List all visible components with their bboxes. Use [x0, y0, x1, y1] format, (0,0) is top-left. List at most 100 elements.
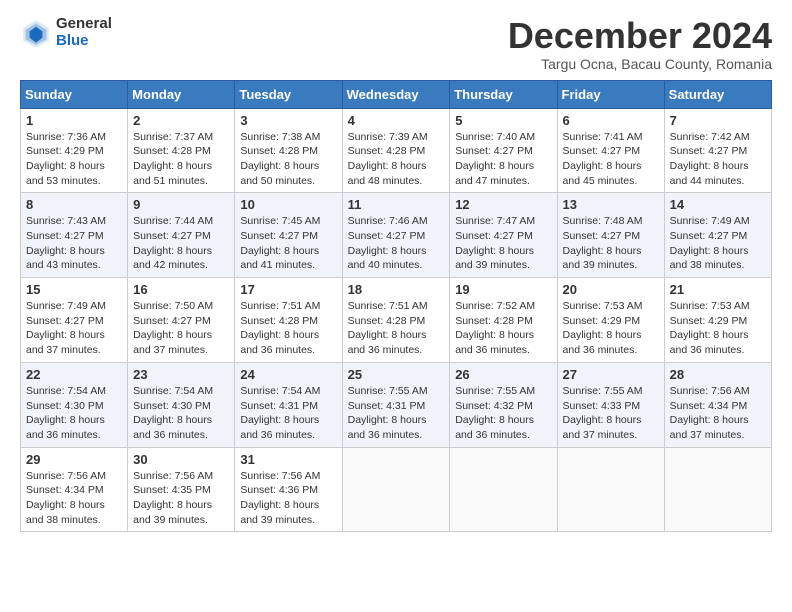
- calendar-cell: 17Sunrise: 7:51 AMSunset: 4:28 PMDayligh…: [235, 278, 342, 363]
- day-number: 13: [563, 197, 659, 212]
- day-number: 1: [26, 113, 122, 128]
- calendar-cell: 6 Sunrise: 7:41 AMSunset: 4:27 PMDaylight…: [557, 108, 664, 193]
- calendar-header-monday: Monday: [128, 80, 235, 108]
- day-number: 7: [670, 113, 766, 128]
- day-info: Sunrise: 7:54 AMSunset: 4:30 PMDaylight:…: [133, 384, 229, 443]
- day-number: 12: [455, 197, 551, 212]
- calendar-week-row: 22 Sunrise: 7:54 AMSunset: 4:30 PMDayligh…: [21, 362, 772, 447]
- day-number: 2: [133, 113, 229, 128]
- day-number: 4: [348, 113, 445, 128]
- calendar-cell: 30 Sunrise: 7:56 AMSunset: 4:35 PMDayligh…: [128, 447, 235, 532]
- day-number: 22: [26, 367, 122, 382]
- day-info: Sunrise: 7:55 AMSunset: 4:33 PMDaylight:…: [563, 384, 659, 443]
- day-number: 18: [348, 282, 445, 297]
- day-number: 21: [670, 282, 766, 297]
- calendar-cell: 5 Sunrise: 7:40 AMSunset: 4:27 PMDaylight…: [450, 108, 557, 193]
- day-info: Sunrise: 7:54 AMSunset: 4:31 PMDaylight:…: [240, 384, 336, 443]
- calendar-cell: 20 Sunrise: 7:53 AMSunset: 4:29 PMDayligh…: [557, 278, 664, 363]
- logo-blue-text: Blue: [56, 33, 112, 50]
- calendar-cell: 10Sunrise: 7:45 AMSunset: 4:27 PMDayligh…: [235, 193, 342, 278]
- day-info: Sunrise: 7:54 AMSunset: 4:30 PMDaylight:…: [26, 384, 122, 443]
- day-info: Sunrise: 7:56 AMSunset: 4:34 PMDaylight:…: [26, 469, 122, 528]
- calendar-cell: 4 Sunrise: 7:39 AMSunset: 4:28 PMDaylight…: [342, 108, 450, 193]
- calendar-cell: 11Sunrise: 7:46 AMSunset: 4:27 PMDayligh…: [342, 193, 450, 278]
- calendar-cell: [342, 447, 450, 532]
- day-info: Sunrise: 7:43 AMSunset: 4:27 PMDaylight:…: [26, 214, 122, 273]
- day-number: 6: [563, 113, 659, 128]
- calendar-cell: 24 Sunrise: 7:54 AMSunset: 4:31 PMDayligh…: [235, 362, 342, 447]
- day-info: Sunrise: 7:51 AMSunset: 4:28 PMDaylight:…: [348, 299, 445, 358]
- calendar-cell: 3 Sunrise: 7:38 AMSunset: 4:28 PMDaylight…: [235, 108, 342, 193]
- day-number: 20: [563, 282, 659, 297]
- calendar-cell: 29 Sunrise: 7:56 AMSunset: 4:34 PMDayligh…: [21, 447, 128, 532]
- calendar-cell: 14 Sunrise: 7:49 AMSunset: 4:27 PMDayligh…: [664, 193, 771, 278]
- calendar-week-row: 15 Sunrise: 7:49 AMSunset: 4:27 PMDayligh…: [21, 278, 772, 363]
- day-number: 3: [240, 113, 336, 128]
- calendar-cell: 26 Sunrise: 7:55 AMSunset: 4:32 PMDayligh…: [450, 362, 557, 447]
- calendar-header-friday: Friday: [557, 80, 664, 108]
- day-info: Sunrise: 7:49 AMSunset: 4:27 PMDaylight:…: [670, 214, 766, 273]
- day-info: Sunrise: 7:42 AMSunset: 4:27 PMDaylight:…: [670, 130, 766, 189]
- day-number: 16: [133, 282, 229, 297]
- calendar-header-sunday: Sunday: [21, 80, 128, 108]
- day-info: Sunrise: 7:55 AMSunset: 4:32 PMDaylight:…: [455, 384, 551, 443]
- calendar-cell: 15 Sunrise: 7:49 AMSunset: 4:27 PMDayligh…: [21, 278, 128, 363]
- calendar-cell: 9 Sunrise: 7:44 AMSunset: 4:27 PMDaylight…: [128, 193, 235, 278]
- calendar-cell: 18 Sunrise: 7:51 AMSunset: 4:28 PMDayligh…: [342, 278, 450, 363]
- calendar-cell: 28Sunrise: 7:56 AMSunset: 4:34 PMDayligh…: [664, 362, 771, 447]
- day-info: Sunrise: 7:56 AMSunset: 4:35 PMDaylight:…: [133, 469, 229, 528]
- calendar-cell: 25Sunrise: 7:55 AMSunset: 4:31 PMDayligh…: [342, 362, 450, 447]
- day-number: 14: [670, 197, 766, 212]
- day-info: Sunrise: 7:45 AMSunset: 4:27 PMDaylight:…: [240, 214, 336, 273]
- day-info: Sunrise: 7:56 AMSunset: 4:36 PMDaylight:…: [240, 469, 336, 528]
- day-number: 23: [133, 367, 229, 382]
- day-number: 8: [26, 197, 122, 212]
- day-number: 19: [455, 282, 551, 297]
- day-number: 31: [240, 452, 336, 467]
- day-info: Sunrise: 7:55 AMSunset: 4:31 PMDaylight:…: [348, 384, 445, 443]
- day-info: Sunrise: 7:36 AMSunset: 4:29 PMDaylight:…: [26, 130, 122, 189]
- day-info: Sunrise: 7:38 AMSunset: 4:28 PMDaylight:…: [240, 130, 336, 189]
- calendar-week-row: 8 Sunrise: 7:43 AMSunset: 4:27 PMDaylight…: [21, 193, 772, 278]
- logo: General Blue: [20, 16, 112, 49]
- day-info: Sunrise: 7:49 AMSunset: 4:27 PMDaylight:…: [26, 299, 122, 358]
- calendar-cell: 8 Sunrise: 7:43 AMSunset: 4:27 PMDaylight…: [21, 193, 128, 278]
- day-info: Sunrise: 7:53 AMSunset: 4:29 PMDaylight:…: [563, 299, 659, 358]
- calendar-cell: 2 Sunrise: 7:37 AMSunset: 4:28 PMDaylight…: [128, 108, 235, 193]
- calendar-cell: 27 Sunrise: 7:55 AMSunset: 4:33 PMDayligh…: [557, 362, 664, 447]
- day-info: Sunrise: 7:52 AMSunset: 4:28 PMDaylight:…: [455, 299, 551, 358]
- day-number: 27: [563, 367, 659, 382]
- calendar-cell: 31 Sunrise: 7:56 AMSunset: 4:36 PMDayligh…: [235, 447, 342, 532]
- day-info: Sunrise: 7:39 AMSunset: 4:28 PMDaylight:…: [348, 130, 445, 189]
- month-title: December 2024: [508, 16, 772, 56]
- day-number: 24: [240, 367, 336, 382]
- calendar-cell: 22 Sunrise: 7:54 AMSunset: 4:30 PMDayligh…: [21, 362, 128, 447]
- day-number: 11: [348, 197, 445, 212]
- day-info: Sunrise: 7:48 AMSunset: 4:27 PMDaylight:…: [563, 214, 659, 273]
- logo-icon: [20, 17, 52, 49]
- day-info: Sunrise: 7:50 AMSunset: 4:27 PMDaylight:…: [133, 299, 229, 358]
- calendar-cell: 19 Sunrise: 7:52 AMSunset: 4:28 PMDayligh…: [450, 278, 557, 363]
- header: General Blue December 2024 Targu Ocna, B…: [20, 16, 772, 72]
- day-info: Sunrise: 7:40 AMSunset: 4:27 PMDaylight:…: [455, 130, 551, 189]
- logo-general-text: General: [56, 16, 112, 33]
- day-info: Sunrise: 7:41 AMSunset: 4:27 PMDaylight:…: [563, 130, 659, 189]
- calendar-cell: [450, 447, 557, 532]
- day-info: Sunrise: 7:37 AMSunset: 4:28 PMDaylight:…: [133, 130, 229, 189]
- day-number: 30: [133, 452, 229, 467]
- calendar-header-thursday: Thursday: [450, 80, 557, 108]
- day-number: 15: [26, 282, 122, 297]
- day-number: 5: [455, 113, 551, 128]
- calendar-cell: 16 Sunrise: 7:50 AMSunset: 4:27 PMDayligh…: [128, 278, 235, 363]
- day-number: 9: [133, 197, 229, 212]
- day-number: 29: [26, 452, 122, 467]
- day-info: Sunrise: 7:44 AMSunset: 4:27 PMDaylight:…: [133, 214, 229, 273]
- calendar-header-tuesday: Tuesday: [235, 80, 342, 108]
- day-number: 28: [670, 367, 766, 382]
- calendar-week-row: 29 Sunrise: 7:56 AMSunset: 4:34 PMDayligh…: [21, 447, 772, 532]
- calendar-cell: 13 Sunrise: 7:48 AMSunset: 4:27 PMDayligh…: [557, 193, 664, 278]
- day-number: 26: [455, 367, 551, 382]
- title-area: December 2024 Targu Ocna, Bacau County, …: [508, 16, 772, 72]
- logo-text: General Blue: [56, 16, 112, 49]
- calendar-table: SundayMondayTuesdayWednesdayThursdayFrid…: [20, 80, 772, 533]
